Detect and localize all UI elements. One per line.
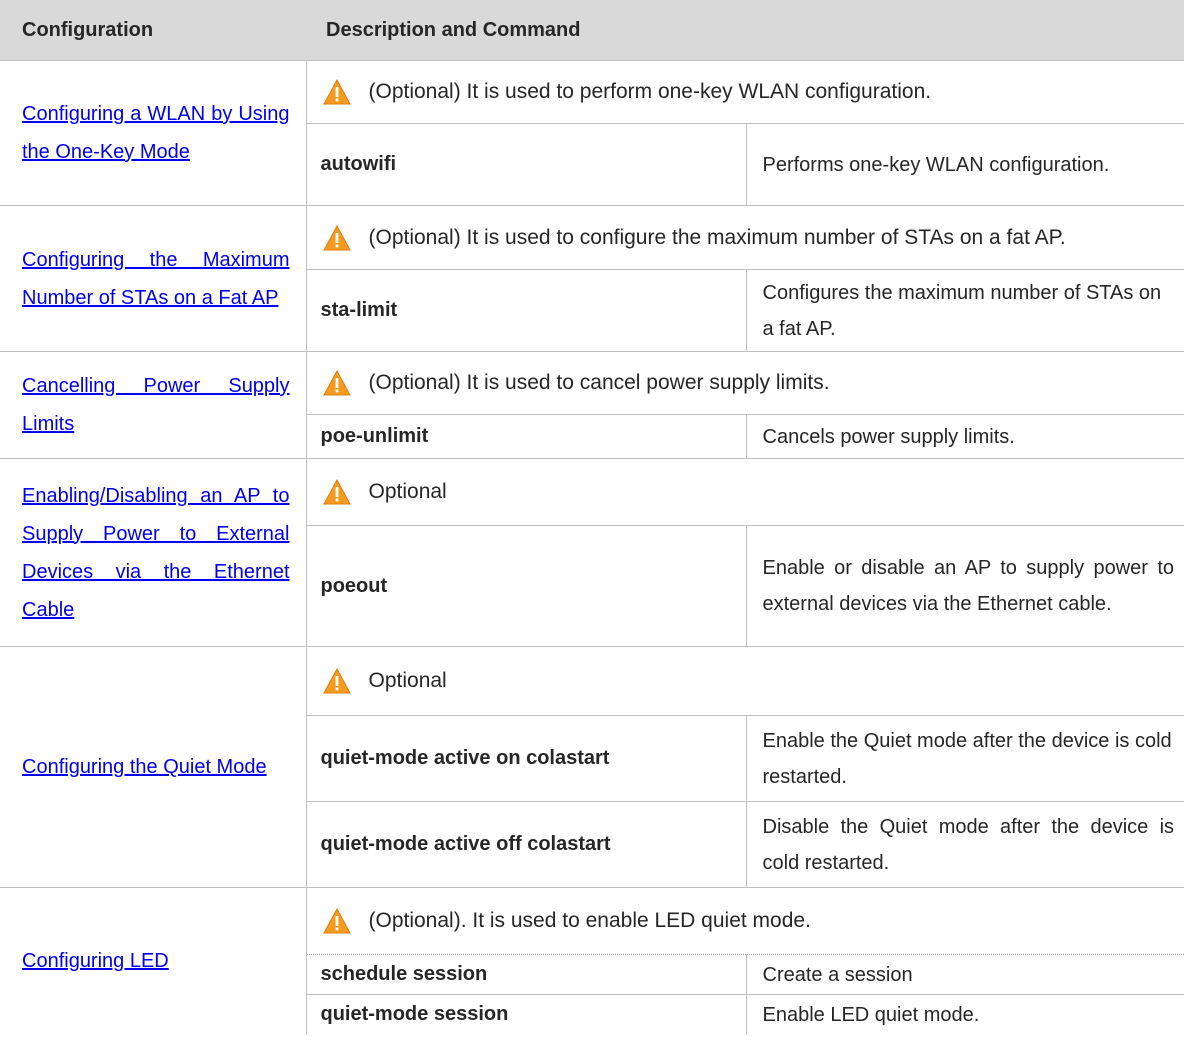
description-cell: Enable LED quiet mode.: [762, 1003, 980, 1026]
table-row: Cancelling Power Supply Limits (Optional…: [0, 351, 1184, 459]
note-cell: (Optional) It is used to cancel power su…: [306, 351, 1184, 415]
header-configuration: Configuration: [0, 0, 306, 61]
command-cell: autowifi: [306, 123, 747, 206]
warning-triangle-icon: [322, 370, 351, 396]
config-cell: Configuring the Maximum Number of STAs o…: [0, 205, 307, 352]
header-description-command: Description and Command: [306, 0, 1184, 61]
command-cell: sta-limit: [306, 269, 747, 352]
description-cell: Configures the maximum number of STAs on…: [746, 269, 1184, 352]
command-cell: schedule session: [306, 954, 747, 995]
table-row: Configuring the Quiet Mode Optional: [0, 646, 1184, 888]
description-cell: Disable the Quiet mode after the device …: [746, 801, 1184, 888]
command-cell: poe-unlimit: [306, 414, 747, 459]
warning-triangle-icon: [322, 224, 351, 250]
note-text: Optional: [368, 669, 447, 692]
table-row: Enabling/Disabling an AP to Supply Power…: [0, 458, 1184, 647]
command-cell: quiet-mode active off colastart: [306, 801, 747, 888]
config-link[interactable]: Configuring LED: [22, 950, 169, 972]
note-cell: (Optional) It is used to configure the m…: [306, 205, 1184, 270]
config-link[interactable]: Enabling/Disabling an AP to Supply Power…: [22, 485, 290, 621]
warning-triangle-icon: [322, 908, 351, 934]
note-cell: (Optional) It is used to perform one-key…: [306, 60, 1184, 124]
note-text: (Optional) It is used to configure the m…: [368, 225, 1066, 249]
table-row: Configuring the Maximum Number of STAs o…: [0, 205, 1184, 352]
note-cell: Optional: [306, 646, 1184, 716]
config-link[interactable]: Cancelling Power Supply Limits: [22, 375, 290, 435]
note-text: (Optional) It is used to perform one-key…: [368, 80, 932, 103]
description-cell: Cancels power supply limits.: [746, 414, 1184, 459]
description-cell: Performs one-key WLAN configuration.: [746, 123, 1184, 206]
config-cell: Configuring LED: [0, 887, 307, 1035]
warning-triangle-icon: [322, 668, 351, 694]
note-text: (Optional). It is used to enable LED qui…: [368, 909, 811, 932]
table-header-row: Configuration Description and Command: [0, 0, 1184, 61]
description-cell: Enable or disable an AP to supply power …: [746, 525, 1184, 647]
command-cell: quiet-mode session: [306, 994, 747, 1035]
config-link[interactable]: Configuring the Maximum Number of STAs o…: [22, 249, 290, 309]
command-cell: poeout: [306, 525, 747, 647]
note-text: Optional: [368, 480, 447, 503]
config-cell: Enabling/Disabling an AP to Supply Power…: [0, 458, 307, 647]
note-cell: Optional: [306, 458, 1184, 526]
table-row: Configuring a WLAN by Using the One-Key …: [0, 60, 1184, 206]
description-cell: Create a session: [746, 954, 1184, 995]
config-cell: Cancelling Power Supply Limits: [0, 351, 307, 459]
description-cell: Enable the Quiet mode after the device i…: [746, 715, 1184, 802]
note-text: (Optional) It is used to cancel power su…: [368, 371, 830, 394]
command-cell: quiet-mode active on colastart: [306, 715, 747, 802]
config-link[interactable]: Configuring a WLAN by Using the One-Key …: [22, 103, 290, 163]
config-link[interactable]: Configuring the Quiet Mode: [22, 756, 267, 778]
table-row: Configuring LED (Optional). It is used t…: [0, 887, 1184, 1035]
config-cell: Configuring a WLAN by Using the One-Key …: [0, 60, 307, 206]
config-cell: Configuring the Quiet Mode: [0, 646, 307, 888]
warning-triangle-icon: [322, 479, 351, 505]
config-table: Configuration Description and Command Co…: [0, 0, 1184, 1035]
warning-triangle-icon: [322, 79, 351, 105]
note-cell: (Optional). It is used to enable LED qui…: [306, 887, 1184, 955]
